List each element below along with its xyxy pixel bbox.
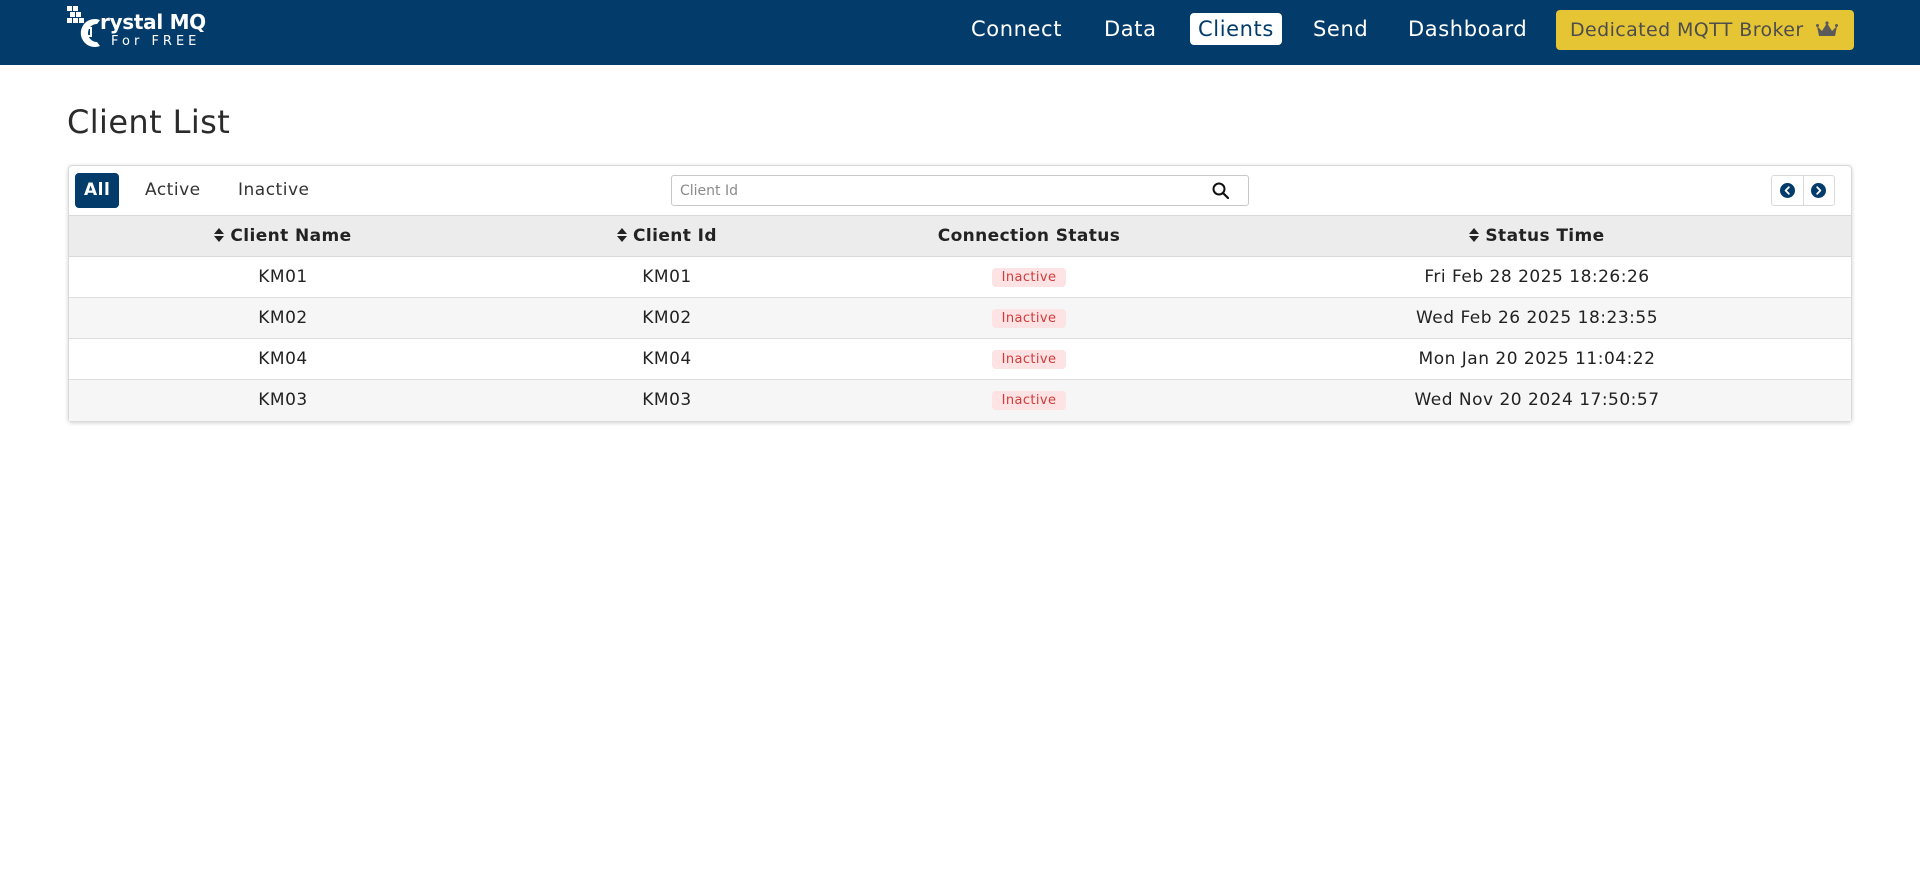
cell-client-name: KM03	[258, 390, 308, 410]
table-row[interactable]: KM04 KM04 Inactive Mon Jan 20 2025 11:04…	[69, 339, 1851, 380]
status-badge: Inactive	[991, 308, 1067, 328]
nav-send[interactable]: Send	[1313, 13, 1368, 45]
client-list-card: All Active Inactive Client Id Client Nam…	[68, 165, 1852, 422]
sort-icon	[1469, 228, 1480, 242]
column-client-id[interactable]: Client Id	[497, 216, 837, 256]
cell-client-id: KM01	[642, 267, 692, 287]
column-connection-status: Connection Status	[837, 216, 1221, 256]
column-label: Status Time	[1485, 226, 1605, 246]
filter-all[interactable]: All	[75, 173, 120, 208]
cell-client-id: KM02	[642, 308, 692, 328]
brand-title: rystal MQ	[100, 10, 206, 34]
column-client-name[interactable]: Client Name	[69, 216, 497, 256]
brand-logo[interactable]: rystal MQ For FREE	[67, 6, 227, 56]
sort-icon	[214, 228, 225, 242]
cell-client-name: KM04	[258, 349, 308, 369]
status-badge: Inactive	[991, 349, 1067, 369]
nav-dashboard[interactable]: Dashboard	[1408, 13, 1527, 45]
table-row[interactable]: KM01 KM01 Inactive Fri Feb 28 2025 18:26…	[69, 257, 1851, 298]
status-badge: Inactive	[991, 390, 1067, 410]
client-id-search-input[interactable]	[672, 176, 1202, 205]
nav-data[interactable]: Data	[1104, 13, 1157, 45]
table-toolbar: All Active Inactive	[69, 166, 1851, 215]
nav-connect[interactable]: Connect	[971, 13, 1062, 45]
cell-client-id: KM03	[642, 390, 692, 410]
cell-status: Inactive	[837, 298, 1221, 338]
cell-status: Inactive	[837, 257, 1221, 297]
cell-status-time: Wed Nov 20 2024 17:50:57	[1414, 390, 1660, 410]
cell-status: Inactive	[837, 380, 1221, 420]
chevron-left-circle-icon	[1779, 183, 1795, 198]
crown-icon	[1816, 21, 1838, 36]
column-label: Connection Status	[937, 226, 1121, 246]
nav-clients[interactable]: Clients	[1190, 13, 1282, 45]
cell-status-time: Mon Jan 20 2025 11:04:22	[1418, 349, 1656, 369]
dedicated-broker-button[interactable]: Dedicated MQTT Broker	[1556, 10, 1854, 50]
cell-status: Inactive	[837, 339, 1221, 379]
cell-client-id: KM04	[642, 349, 692, 369]
column-label: Client Id	[633, 226, 717, 246]
status-badge: Inactive	[991, 267, 1067, 287]
search-icon[interactable]	[1212, 182, 1229, 199]
table-row[interactable]: KM02 KM02 Inactive Wed Feb 26 2025 18:23…	[69, 298, 1851, 339]
dedicated-broker-label: Dedicated MQTT Broker	[1570, 19, 1804, 41]
prev-page-button[interactable]	[1772, 176, 1803, 205]
table-row[interactable]: KM03 KM03 Inactive Wed Nov 20 2024 17:50…	[69, 380, 1851, 421]
filter-inactive[interactable]: Inactive	[238, 173, 309, 208]
column-status-time[interactable]: Status Time	[1221, 216, 1853, 256]
page-title: Client List	[67, 103, 231, 141]
column-label: Client Name	[230, 226, 352, 246]
top-navbar: rystal MQ For FREE Connect Data Clients …	[0, 0, 1920, 65]
cell-status-time: Fri Feb 28 2025 18:26:26	[1424, 267, 1650, 287]
cell-client-name: KM02	[258, 308, 308, 328]
cell-status-time: Wed Feb 26 2025 18:23:55	[1415, 308, 1659, 328]
filter-active[interactable]: Active	[145, 173, 201, 208]
chevron-right-circle-icon	[1811, 183, 1827, 198]
pagination	[1771, 175, 1835, 206]
cell-client-name: KM01	[258, 267, 308, 287]
next-page-button[interactable]	[1802, 176, 1834, 205]
table-header: Client Name Client Id Connection Status …	[69, 215, 1851, 257]
client-table: Client Name Client Id Connection Status …	[69, 215, 1851, 421]
search-box	[671, 175, 1249, 206]
sort-icon	[617, 228, 628, 242]
brand-subtitle: For FREE	[111, 34, 201, 49]
